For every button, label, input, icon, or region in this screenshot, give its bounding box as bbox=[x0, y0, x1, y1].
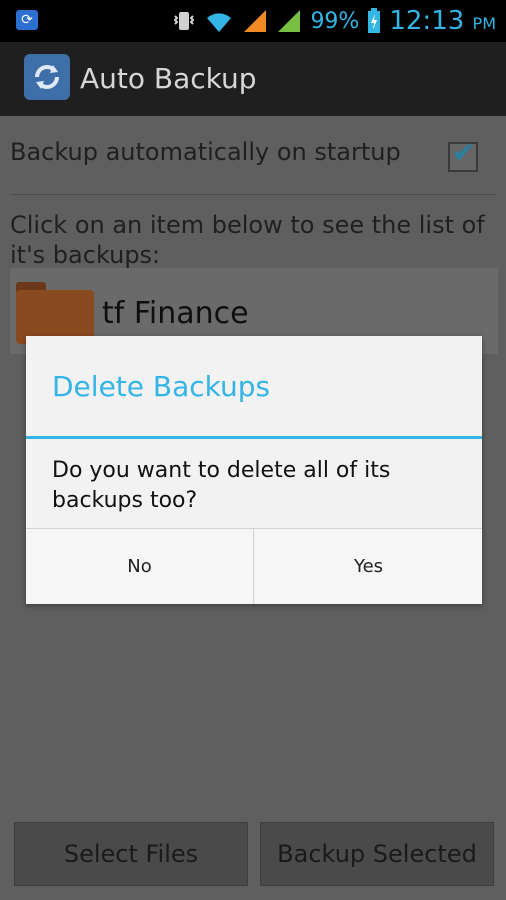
divider bbox=[10, 194, 496, 195]
vibrate-icon bbox=[174, 12, 195, 30]
clock-suffix: PM bbox=[472, 14, 496, 33]
battery-charging-icon bbox=[368, 8, 381, 33]
dialog-button-separator bbox=[253, 529, 254, 604]
action-bar: Auto Backup bbox=[0, 42, 506, 116]
sync-icon[interactable] bbox=[24, 54, 70, 100]
status-bar: ⟳ 99% 12:13 PM bbox=[0, 0, 506, 42]
app-sync-icon: ⟳ bbox=[16, 10, 38, 30]
auto-backup-checkbox[interactable]: ✔ bbox=[448, 136, 478, 172]
battery-percent: 99% bbox=[310, 8, 360, 34]
checkmark-icon: ✔ bbox=[452, 136, 476, 169]
list-item-label: tf Finance bbox=[102, 296, 249, 331]
signal-orange-icon bbox=[244, 10, 267, 32]
status-right: 99% 12:13 PM bbox=[172, 0, 496, 42]
auto-backup-label: Backup automatically on startup bbox=[10, 138, 401, 166]
hint-text: Click on an item below to see the list o… bbox=[10, 211, 485, 269]
clock-time: 12:13 bbox=[389, 6, 465, 36]
dialog-message: Do you want to delete all of its backups… bbox=[52, 458, 391, 513]
select-files-button[interactable]: Select Files bbox=[14, 822, 248, 886]
no-button[interactable]: No bbox=[26, 529, 253, 604]
yes-button[interactable]: Yes bbox=[255, 529, 482, 604]
dialog-title: Delete Backups bbox=[52, 370, 271, 403]
signal-green-icon bbox=[278, 10, 301, 32]
dialog-title-divider bbox=[26, 436, 482, 439]
wifi-icon bbox=[207, 13, 232, 32]
clock: 12:13 PM bbox=[389, 6, 496, 36]
delete-backups-dialog: Delete Backups Do you want to delete all… bbox=[26, 336, 482, 604]
backup-selected-button[interactable]: Backup Selected bbox=[260, 822, 494, 886]
app-title: Auto Backup bbox=[80, 62, 257, 95]
